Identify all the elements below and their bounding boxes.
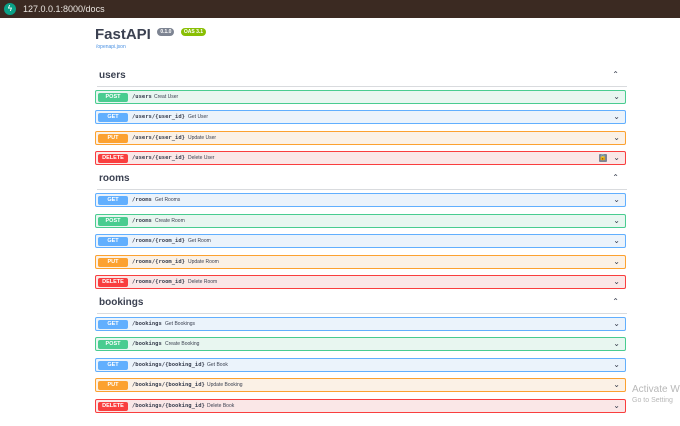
- chevron-down-icon[interactable]: ⌄: [613, 277, 620, 286]
- url-text[interactable]: 127.0.0.1:8000/docs: [23, 4, 105, 14]
- chevron-down-icon[interactable]: ⌄: [613, 360, 620, 369]
- operation-row[interactable]: POST /bookings Create Booking ⌄: [95, 337, 626, 351]
- chevron-down-icon[interactable]: ⌄: [613, 195, 620, 204]
- operation-row[interactable]: POST /users Creat User ⌄: [95, 90, 626, 104]
- endpoint-path: /bookings/{booking_id}: [132, 362, 205, 368]
- fastapi-logo-icon: ϟ: [4, 3, 16, 15]
- operation-row[interactable]: PUT /bookings/{booking_id} Update Bookin…: [95, 378, 626, 392]
- operation-row[interactable]: DELETE /users/{user_id} Delete User 🔒 ⌄: [95, 151, 626, 165]
- method-badge: DELETE: [98, 154, 128, 163]
- method-badge: GET: [98, 113, 128, 122]
- section-title: rooms: [99, 173, 130, 184]
- endpoint-path: /bookings: [132, 341, 162, 347]
- api-title: FastAPI: [95, 26, 151, 43]
- chevron-down-icon[interactable]: ⌄: [613, 92, 620, 101]
- openapi-json-link[interactable]: /openapi.json: [96, 44, 126, 50]
- endpoint-summary: Update User: [188, 135, 217, 141]
- operation-row[interactable]: PUT /users/{user_id} Update User ⌄: [95, 131, 626, 145]
- chevron-down-icon[interactable]: ⌄: [613, 236, 620, 245]
- endpoint-path: /bookings/{booking_id}: [132, 403, 205, 409]
- method-badge: GET: [98, 196, 128, 205]
- method-badge: POST: [98, 93, 128, 102]
- endpoint-summary: Update Room: [188, 259, 219, 265]
- chevron-up-icon[interactable]: ⌃: [612, 297, 619, 306]
- operation-row[interactable]: GET /rooms Get Rooms ⌄: [95, 193, 626, 207]
- chevron-down-icon[interactable]: ⌄: [613, 153, 620, 162]
- endpoint-summary: Update Booking: [207, 382, 243, 388]
- section-users[interactable]: users ⌃: [97, 70, 627, 87]
- oas-badge: OAS 3.1: [180, 28, 207, 36]
- endpoint-summary: Get Rooms: [155, 197, 181, 203]
- operation-row[interactable]: GET /users/{user_id} Get User ⌄: [95, 110, 626, 124]
- chevron-down-icon[interactable]: ⌄: [613, 319, 620, 328]
- method-badge: GET: [98, 320, 128, 329]
- chevron-up-icon[interactable]: ⌃: [612, 173, 619, 182]
- operation-row[interactable]: POST /rooms Create Room ⌄: [95, 214, 626, 228]
- operation-row[interactable]: GET /rooms/{room_id} Get Room ⌄: [95, 234, 626, 248]
- chevron-down-icon[interactable]: ⌄: [613, 112, 620, 121]
- section-bookings[interactable]: bookings ⌃: [97, 297, 627, 314]
- endpoint-summary: Delete Room: [188, 279, 218, 285]
- operation-row[interactable]: GET /bookings Get Bookings ⌄: [95, 317, 626, 331]
- operation-row[interactable]: GET /bookings/{booking_id} Get Book ⌄: [95, 358, 626, 372]
- watermark-line2: Go to Setting: [632, 397, 673, 404]
- method-badge: PUT: [98, 134, 128, 143]
- chevron-down-icon[interactable]: ⌄: [613, 380, 620, 389]
- windows-activation-watermark: Activate W Go to Setting: [632, 384, 680, 404]
- method-badge: PUT: [98, 381, 128, 390]
- endpoint-summary: Get Bookings: [165, 321, 196, 327]
- endpoint-summary: Create Booking: [165, 341, 200, 347]
- chevron-up-icon[interactable]: ⌃: [612, 70, 619, 79]
- endpoint-summary: Creat User: [154, 94, 179, 100]
- operation-row[interactable]: PUT /rooms/{room_id} Update Room ⌄: [95, 255, 626, 269]
- version-badge: 0.1.0: [157, 28, 175, 36]
- endpoint-summary: Delete Book: [207, 403, 235, 409]
- method-badge: DELETE: [98, 278, 128, 287]
- endpoint-path: /rooms/{room_id}: [132, 279, 185, 285]
- api-header: FastAPI 0.1.0 OAS 3.1: [95, 26, 207, 44]
- chevron-down-icon[interactable]: ⌄: [613, 216, 620, 225]
- endpoint-summary: Get Book: [207, 362, 228, 368]
- method-badge: GET: [98, 237, 128, 246]
- endpoint-path: /users/{user_id}: [132, 114, 185, 120]
- method-badge: DELETE: [98, 402, 128, 411]
- section-title: bookings: [99, 297, 144, 308]
- endpoint-path: /users/{user_id}: [132, 135, 185, 141]
- endpoint-path: /rooms/{room_id}: [132, 259, 185, 265]
- method-badge: PUT: [98, 258, 128, 267]
- operation-row[interactable]: DELETE /bookings/{booking_id} Delete Boo…: [95, 399, 626, 413]
- method-badge: GET: [98, 361, 128, 370]
- endpoint-path: /rooms: [132, 197, 152, 203]
- endpoint-path: /bookings/{booking_id}: [132, 382, 205, 388]
- endpoint-path: /rooms/{room_id}: [132, 238, 185, 244]
- browser-address-bar: ϟ 127.0.0.1:8000/docs: [0, 0, 680, 18]
- endpoint-path: /rooms: [132, 218, 152, 224]
- endpoint-summary: Get User: [188, 114, 209, 120]
- endpoint-summary: Create Room: [155, 218, 185, 224]
- endpoint-summary: Get Room: [188, 238, 211, 244]
- watermark-line1: Activate W: [632, 384, 680, 395]
- method-badge: POST: [98, 217, 128, 226]
- operation-row[interactable]: DELETE /rooms/{room_id} Delete Room ⌄: [95, 275, 626, 289]
- chevron-down-icon[interactable]: ⌄: [613, 257, 620, 266]
- lock-icon[interactable]: 🔒: [599, 154, 607, 162]
- chevron-down-icon[interactable]: ⌄: [613, 133, 620, 142]
- method-badge: POST: [98, 340, 128, 349]
- endpoint-path: /bookings: [132, 321, 162, 327]
- chevron-down-icon[interactable]: ⌄: [613, 401, 620, 410]
- endpoint-summary: Delete User: [188, 155, 215, 161]
- endpoint-path: /users: [132, 94, 152, 100]
- section-rooms[interactable]: rooms ⌃: [97, 173, 627, 190]
- chevron-down-icon[interactable]: ⌄: [613, 339, 620, 348]
- endpoint-path: /users/{user_id}: [132, 155, 185, 161]
- section-title: users: [99, 70, 126, 81]
